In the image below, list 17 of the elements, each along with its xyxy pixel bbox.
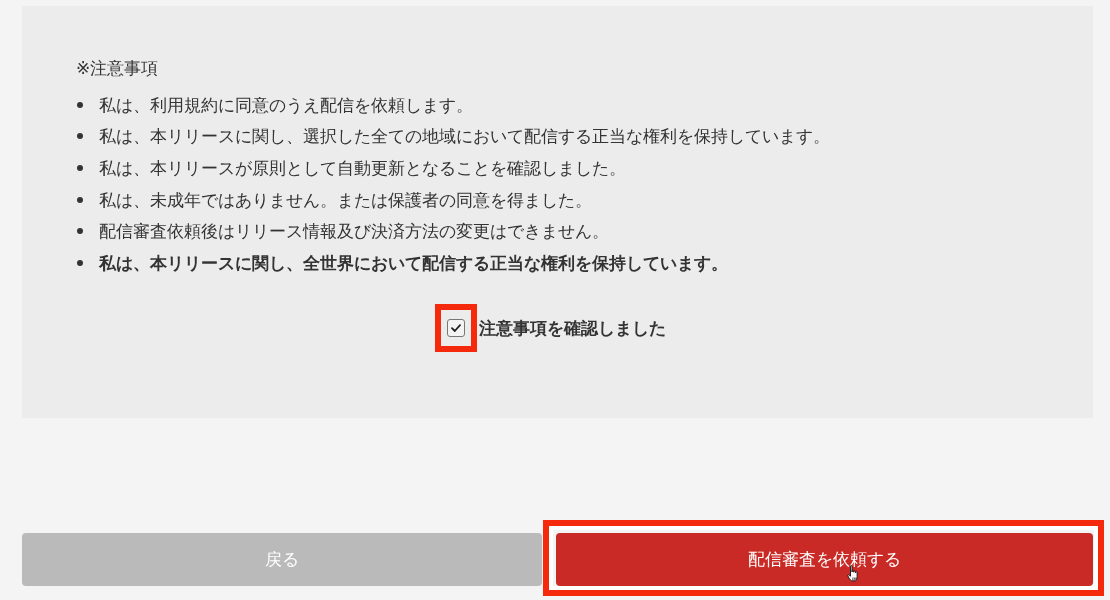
notice-item: 私は、利用規約に同意のうえ配信を依頼します。 bbox=[99, 93, 473, 117]
notice-item: 私は、本リリースに関し、選択した全ての地域において配信する正当な権利を保持しています。 bbox=[99, 125, 830, 149]
bullet-icon bbox=[77, 165, 83, 171]
checkbox[interactable] bbox=[447, 318, 465, 337]
bullet-icon bbox=[77, 228, 83, 235]
checkmark-icon bbox=[451, 323, 461, 332]
notice-item: 配信審査依頼後はリリース情報及び決済方法の変更はできません。 bbox=[99, 220, 609, 244]
notice-item: 私は、本リリースに関し、全世界において配信する正当な権利を保持しています。 bbox=[99, 251, 728, 275]
bullet-icon bbox=[77, 259, 83, 266]
bullet-icon bbox=[77, 196, 83, 203]
notice-item: 私は、本リリースが原則として自動更新となることを確認しました。 bbox=[99, 157, 626, 180]
submit-button[interactable]: 配信審査を依頼する bbox=[556, 533, 1093, 586]
checkbox-label[interactable]: 注意事項を確認しました bbox=[479, 315, 666, 340]
bullet-icon bbox=[77, 101, 83, 108]
notice-title: ※注意事項 bbox=[76, 57, 160, 80]
bullet-icon bbox=[77, 133, 83, 140]
notice-item: 私は、未成年ではありません。または保護者の同意を得ました。 bbox=[99, 188, 592, 212]
